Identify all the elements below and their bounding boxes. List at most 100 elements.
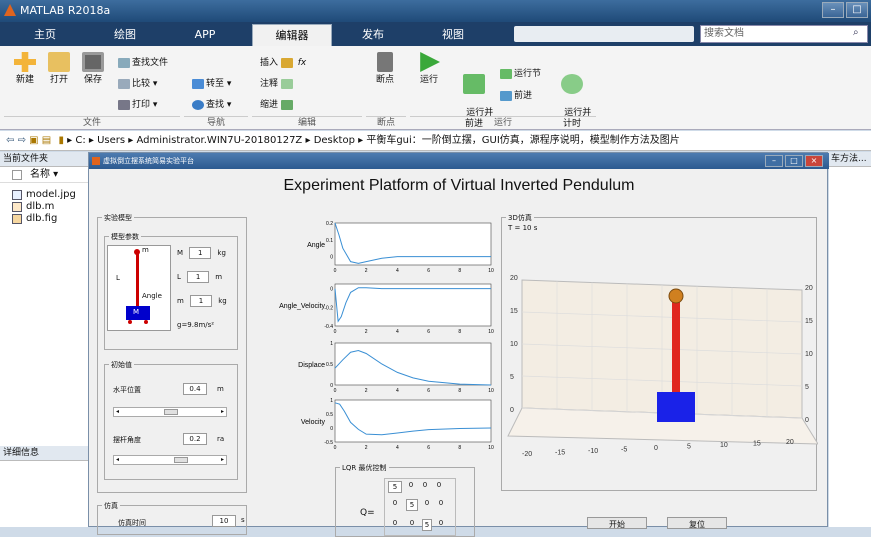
angle-slider[interactable]: ◂ ▸	[113, 455, 227, 465]
sim-time-input[interactable]: 10	[212, 515, 236, 527]
pendulum-ball	[134, 249, 140, 255]
q-cell[interactable]: 5	[388, 481, 402, 493]
fig-file-icon	[12, 214, 22, 224]
group-breakpoints-label: 断点	[366, 116, 406, 128]
compare-button[interactable]: 比较 ▾	[118, 76, 157, 89]
minimize-button[interactable]: –	[822, 2, 844, 18]
reset-button[interactable]: 复位	[667, 517, 727, 529]
plot-axes	[334, 342, 492, 386]
file-item[interactable]: dlb.fig	[0, 213, 92, 225]
figure-close-button[interactable]: ×	[805, 155, 823, 167]
fx-button[interactable]: fx	[298, 58, 307, 68]
breakpoints-button[interactable]: 断点	[370, 52, 400, 86]
insert-icon	[280, 57, 293, 68]
open-button[interactable]: 打开	[44, 52, 74, 86]
q-row: 0 5 0 0	[385, 495, 455, 515]
file-item[interactable]: model.jpg	[0, 189, 92, 201]
position-slider-thumb[interactable]	[164, 409, 178, 415]
length-input[interactable]: 1	[187, 271, 210, 283]
q-cell[interactable]: 0	[406, 481, 416, 493]
slider-right-arrow-icon[interactable]: ▸	[221, 456, 224, 463]
goto-button[interactable]: 转至 ▾	[192, 76, 231, 89]
run-button[interactable]: 运行	[414, 52, 444, 86]
tab-editor[interactable]: 编辑器	[252, 24, 332, 46]
breakpoints-label: 断点	[375, 75, 394, 85]
folder-up-icon[interactable]: ▣	[29, 135, 38, 146]
position-slider[interactable]: ◂ ▸	[113, 407, 227, 417]
plot-xtick: 0	[334, 445, 337, 451]
address-bar[interactable]: ⇦ ⇨ ▣ ▤ ▮ ▸ C: ▸ Users ▸ Administrator.W…	[0, 131, 871, 151]
q-cell[interactable]: 5	[406, 499, 418, 511]
crumb-project[interactable]: 平衡车gui：一阶倒立摆，GUI仿真，源程序说明，模型制作方法及图片	[366, 135, 679, 146]
cart-wheel	[144, 320, 148, 324]
indent-button[interactable]: 缩进	[260, 97, 295, 110]
insert-button[interactable]: 插入 fx	[260, 55, 306, 68]
maximize-button[interactable]: □	[846, 2, 868, 18]
q-cell[interactable]: 0	[406, 519, 418, 531]
back-arrow-icon[interactable]: ⇦	[6, 135, 14, 146]
search-docs-input[interactable]: 搜索文档	[700, 25, 868, 43]
browse-folder-icon[interactable]: ▤	[42, 135, 51, 146]
q-cell[interactable]: 0	[434, 481, 444, 493]
diagram-angle-label: Angle	[142, 292, 162, 300]
forward-arrow-icon[interactable]: ⇨	[18, 135, 26, 146]
tab-plots[interactable]: 绘图	[90, 24, 160, 46]
file-name: model.jpg	[26, 189, 76, 200]
angle-input[interactable]: 0.2	[183, 433, 207, 445]
model-panel: 实验模型 模型参数 m L Angle M M 1 kg L 1 m m 1 k…	[97, 213, 247, 493]
q-cell[interactable]: 0	[422, 499, 432, 511]
crumb-users[interactable]: Users	[97, 135, 125, 146]
y-tick: 0	[805, 417, 809, 424]
q-cell[interactable]: 0	[388, 499, 402, 511]
matlab-logo-icon	[4, 4, 16, 16]
save-button[interactable]: 保存	[78, 52, 108, 86]
comment-button[interactable]: 注释	[260, 76, 295, 89]
slider-right-arrow-icon[interactable]: ▸	[221, 408, 224, 415]
q-cell[interactable]: 0	[436, 499, 446, 511]
save-label: 保存	[83, 75, 102, 85]
find-label: 查找	[206, 100, 225, 110]
slider-left-arrow-icon[interactable]: ◂	[116, 456, 119, 463]
insert-label: 插入	[260, 58, 279, 68]
crumb-desktop[interactable]: Desktop	[314, 135, 355, 146]
plot-xtick: 2	[365, 445, 368, 451]
tab-home[interactable]: 主页	[10, 24, 80, 46]
group-navigate-label: 导航	[184, 116, 248, 128]
select-all-checkbox[interactable]	[12, 170, 22, 180]
print-button[interactable]: 打印 ▾	[118, 97, 157, 110]
figure-app-icon	[92, 157, 100, 165]
position-input[interactable]: 0.4	[183, 383, 207, 395]
param-row: m 1 kg	[177, 295, 227, 307]
plot-ylabel: Angle	[307, 242, 325, 249]
sim-panel-label: 仿真	[102, 501, 120, 511]
mass-pole-input[interactable]: 1	[190, 295, 213, 307]
tab-publish[interactable]: 发布	[338, 24, 408, 46]
run-section-button[interactable]: 运行节	[500, 66, 541, 79]
quick-access-toolbar[interactable]	[514, 26, 694, 42]
q-cell[interactable]: 0	[420, 481, 430, 493]
advance-button[interactable]: 前进	[500, 88, 532, 101]
figure-maximize-button[interactable]: □	[785, 155, 803, 167]
search-icon[interactable]: ⌕	[853, 27, 859, 38]
q-cell[interactable]: 0	[436, 519, 446, 531]
new-button[interactable]: 新建	[10, 52, 40, 86]
plot-xtick: 4	[396, 329, 399, 335]
tab-view[interactable]: 视图	[418, 24, 488, 46]
find-files-button[interactable]: 查找文件	[118, 55, 168, 68]
figure-minimize-button[interactable]: –	[765, 155, 783, 167]
file-item[interactable]: dlb.m	[0, 201, 92, 213]
param-row: L 1 m	[177, 271, 222, 283]
crumb-user[interactable]: Administrator.WIN7U-20180127Z	[137, 135, 303, 146]
start-button[interactable]: 开始	[587, 517, 647, 529]
q-cell[interactable]: 5	[422, 519, 432, 531]
find-button[interactable]: 查找 ▾	[192, 97, 231, 110]
save-disk-icon	[82, 52, 104, 72]
name-column-header[interactable]: 名称 ▾	[0, 167, 92, 183]
crumb-drive[interactable]: C:	[75, 135, 85, 146]
q-row: 0 0 5 0	[385, 515, 455, 535]
angle-slider-thumb[interactable]	[174, 457, 188, 463]
tab-apps[interactable]: APP	[170, 24, 240, 46]
slider-left-arrow-icon[interactable]: ◂	[116, 408, 119, 415]
q-cell[interactable]: 0	[388, 519, 402, 531]
mass-cart-input[interactable]: 1	[189, 247, 212, 259]
